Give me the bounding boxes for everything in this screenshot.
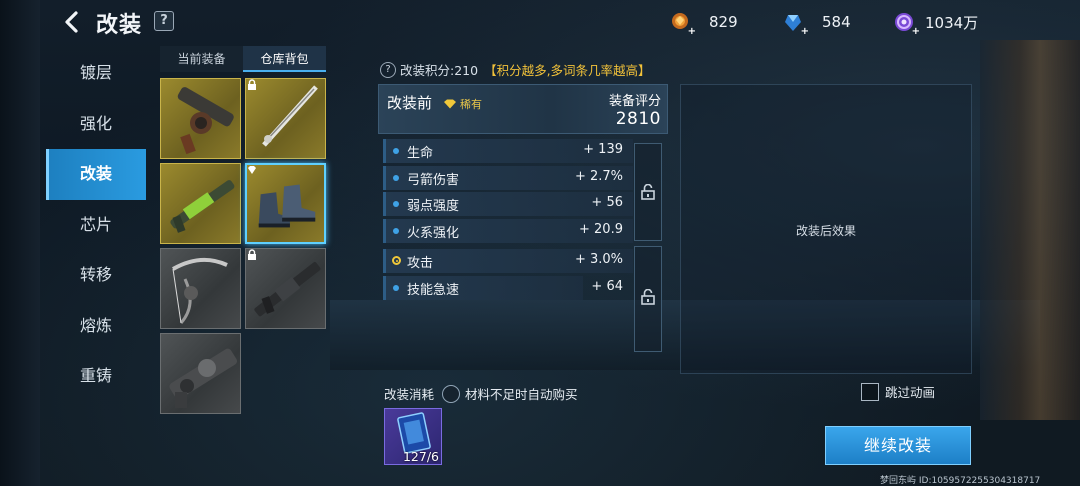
sidebar-item-smelt[interactable]: 熔炼 — [46, 301, 146, 352]
skip-animation-checkbox[interactable] — [861, 382, 879, 401]
resource-coin[interactable]: + 1034万 — [893, 10, 979, 37]
sidebar-item-enhance[interactable]: 强化 — [46, 99, 146, 150]
item-slot-bow[interactable] — [160, 248, 241, 329]
item-slot-heavy-gun[interactable] — [160, 333, 241, 414]
special-attribute-icon — [392, 256, 401, 265]
attribute-value: + 139 — [583, 142, 623, 157]
attribute-dot-icon — [393, 284, 399, 291]
attribute-value: + 64 — [591, 278, 623, 294]
top-bar: 改装 ? + 829 + 584 + 1034万 — [0, 0, 1080, 44]
sidebar-item-recast[interactable]: 重铸 — [46, 351, 146, 402]
help-icon[interactable]: ? — [154, 11, 174, 31]
unlock-icon — [641, 184, 655, 200]
resource-crystal[interactable]: + 584 — [782, 10, 851, 37]
item-slot-boots[interactable] — [245, 163, 326, 244]
attribute-name: 生命 — [407, 146, 434, 161]
green-rifle-icon — [170, 180, 235, 233]
attribute-row-special: 攻击 + 3.0% — [383, 248, 633, 275]
auto-buy-label[interactable]: 材料不足时自动购买 — [465, 384, 578, 403]
inventory-tabs: 当前装备 仓库背包 — [160, 46, 326, 72]
item-slot-silver-sword[interactable] — [245, 78, 326, 159]
purple-coin-icon: + — [893, 11, 920, 37]
equipment-score-value: 2810 — [615, 109, 661, 129]
cost-label: 改装消耗 — [384, 387, 435, 402]
attribute-name: 技能急速 — [407, 282, 460, 298]
group-2-lock-toggle[interactable] — [634, 246, 662, 352]
modify-score: 改装积分:210 — [400, 63, 479, 78]
attribute-row: 生命 + 139 — [383, 138, 633, 165]
sidebar-item-transfer[interactable]: 转移 — [46, 250, 146, 301]
cost-line: 改装消耗 材料不足时自动购买 — [384, 384, 578, 403]
resource-coin-value: 1034万 — [925, 13, 979, 32]
attribute-row: 弓箭伤害 + 2.7% — [383, 165, 633, 192]
player-id: 梦回东屿 ID:1059572255304318717 — [880, 476, 1041, 486]
attribute-row: 技能急速 + 64 — [383, 275, 633, 302]
auto-buy-checkbox[interactable] — [442, 384, 461, 403]
attribute-value: + 2.7% — [574, 168, 623, 184]
continue-modify-button[interactable]: 继续改装 — [825, 426, 971, 465]
skip-animation[interactable]: 跳过动画 — [861, 382, 935, 401]
attribute-dot-icon — [393, 201, 399, 207]
sidebar-item-chip[interactable]: 芯片 — [46, 200, 146, 251]
attribute-group-2: 攻击 + 3.0% 技能急速 + 64 — [383, 248, 633, 301]
assault-rifle-icon — [254, 262, 321, 317]
attribute-value: + 3.0% — [574, 252, 623, 267]
lock-icon — [248, 249, 256, 260]
right-door — [980, 40, 1080, 420]
sidebar-item-plating[interactable]: 镀层 — [46, 48, 146, 99]
before-panel-header: 改装前 稀有 装备评分 2810 — [378, 84, 668, 134]
gold-ore-icon: + — [669, 11, 696, 37]
unlock-icon — [641, 289, 655, 305]
modify-score-line: ? 改装积分:210 【积分越多,多词条几率越高】 — [380, 60, 651, 79]
attribute-row: 弱点强度 + 56 — [383, 191, 633, 218]
blue-crystal-icon: + — [782, 11, 809, 37]
attribute-row: 火系强化 + 20.9 — [383, 218, 633, 245]
rarity-gem-icon — [444, 99, 456, 109]
after-effect-label: 改装后效果 — [796, 224, 857, 238]
attribute-name: 弱点强度 — [407, 199, 460, 214]
grenade-launcher-icon — [177, 87, 234, 155]
material-slot[interactable]: 127/6 — [384, 408, 442, 465]
gem-icon — [248, 166, 256, 174]
attribute-dot-icon — [393, 174, 399, 181]
left-pillar — [0, 0, 40, 486]
rarity-label: 稀有 — [460, 98, 482, 111]
attribute-value: + 20.9 — [579, 221, 623, 237]
group-1-lock-toggle[interactable] — [634, 143, 662, 241]
bow-icon — [172, 257, 228, 324]
attribute-dot-icon — [393, 148, 399, 154]
lock-icon — [248, 79, 256, 90]
item-slot-grenade-launcher[interactable] — [160, 78, 241, 159]
skip-animation-label: 跳过动画 — [885, 385, 936, 400]
resource-gold-value: 829 — [709, 13, 738, 31]
tab-warehouse[interactable]: 仓库背包 — [243, 46, 326, 72]
attribute-value: + 56 — [591, 195, 623, 210]
material-count: 127/6 — [402, 449, 439, 464]
item-slot-assault-rifle[interactable] — [245, 248, 326, 329]
page-title: 改装 — [96, 13, 143, 38]
boots-icon — [258, 184, 316, 228]
before-title: 改装前 — [387, 94, 433, 112]
tab-current-equipment[interactable]: 当前装备 — [160, 46, 243, 72]
equipment-score-label: 装备评分 — [608, 94, 661, 109]
heavy-gun-icon — [169, 348, 238, 408]
attribute-name: 攻击 — [407, 256, 434, 271]
resource-gold[interactable]: + 829 — [669, 10, 738, 37]
side-menu: 镀层 强化 改装 芯片 转移 熔炼 重铸 — [46, 48, 146, 402]
attribute-name: 火系强化 — [407, 225, 460, 241]
attribute-dot-icon — [393, 227, 399, 234]
sidebar-item-modify[interactable]: 改装 — [46, 149, 146, 200]
silver-sword-icon — [262, 85, 318, 147]
resource-crystal-value: 584 — [822, 13, 851, 31]
score-help-icon[interactable]: ? — [380, 61, 396, 78]
item-slot-green-rifle[interactable] — [160, 163, 241, 244]
attribute-name: 弓箭伤害 — [407, 172, 460, 188]
back-arrow-icon[interactable] — [58, 8, 86, 36]
modify-score-hint: 【积分越多,多词条几率越高】 — [484, 63, 651, 78]
attribute-group-1: 生命 + 139 弓箭伤害 + 2.7% 弱点强度 + 56 火系强化 + 20.9 — [383, 138, 633, 244]
rarity-badge: 稀有 — [443, 96, 482, 112]
